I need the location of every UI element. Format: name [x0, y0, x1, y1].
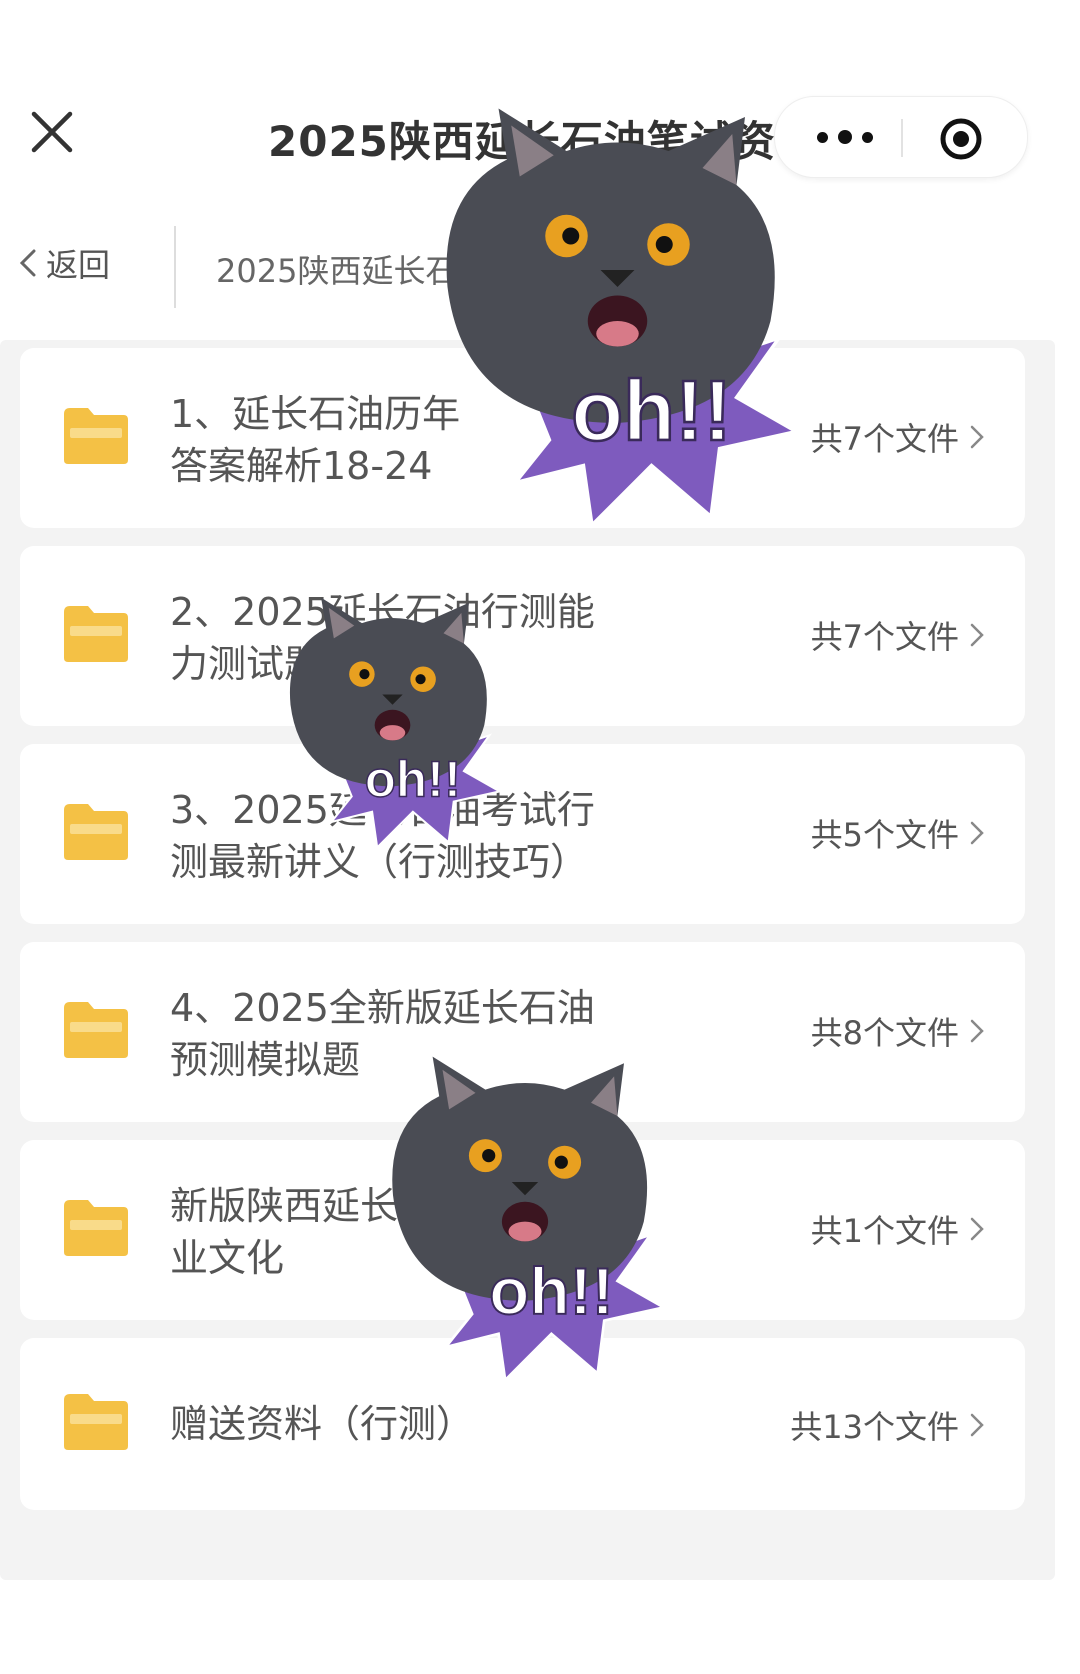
file-count: 共1个文件: [811, 1206, 987, 1252]
folder-item[interactable]: 2、2025延长石油行测能 力测试题 共7个文件: [20, 546, 1025, 726]
sticker-caption: oh!!: [489, 1254, 614, 1328]
file-count-text: 共1个文件: [810, 1212, 959, 1250]
back-label: 返回: [46, 246, 111, 284]
folder-icon: [60, 1194, 132, 1260]
chevron-right-icon: [970, 1217, 984, 1241]
record-icon[interactable]: [939, 117, 983, 161]
chevron-right-icon: [970, 425, 984, 449]
file-count-text: 共8个文件: [810, 1014, 959, 1052]
file-count-text: 共13个文件: [790, 1408, 959, 1446]
file-count: 共8个文件: [811, 1008, 987, 1054]
folder-name: 赠送资料（行测）: [170, 1402, 475, 1446]
chevron-right-icon: [970, 821, 984, 845]
sticker-caption: oh!!: [365, 751, 461, 808]
file-count: 共5个文件: [811, 810, 987, 856]
file-count: 共13个文件: [790, 1402, 987, 1448]
folder-icon: [60, 600, 132, 666]
divider: [174, 226, 176, 308]
sticker-caption: oh!!: [571, 364, 731, 459]
chevron-right-icon: [970, 1019, 984, 1043]
close-icon[interactable]: [28, 108, 76, 156]
file-count-text: 共7个文件: [810, 618, 959, 656]
file-count-text: 共5个文件: [810, 816, 959, 854]
folder-icon: [60, 996, 132, 1062]
cat-sticker: oh!!: [289, 597, 503, 850]
folder-icon: [60, 798, 132, 864]
back-button[interactable]: 返回: [14, 240, 110, 286]
capsule-divider: [901, 119, 903, 157]
file-count: 共7个文件: [811, 414, 987, 460]
folder-item[interactable]: 3、2025延长石油考试行 测最新讲义（行测技巧） 共5个文件: [20, 744, 1025, 924]
chevron-right-icon: [970, 623, 984, 647]
file-count: 共7个文件: [811, 612, 987, 658]
folder-icon: [60, 402, 132, 468]
chevron-left-icon: [19, 249, 36, 277]
folder-icon: [60, 1388, 132, 1454]
chevron-right-icon: [970, 1413, 984, 1437]
cat-sticker: oh!!: [392, 1056, 668, 1383]
cat-sticker: oh!!: [446, 108, 801, 529]
file-count-text: 共7个文件: [810, 420, 959, 458]
